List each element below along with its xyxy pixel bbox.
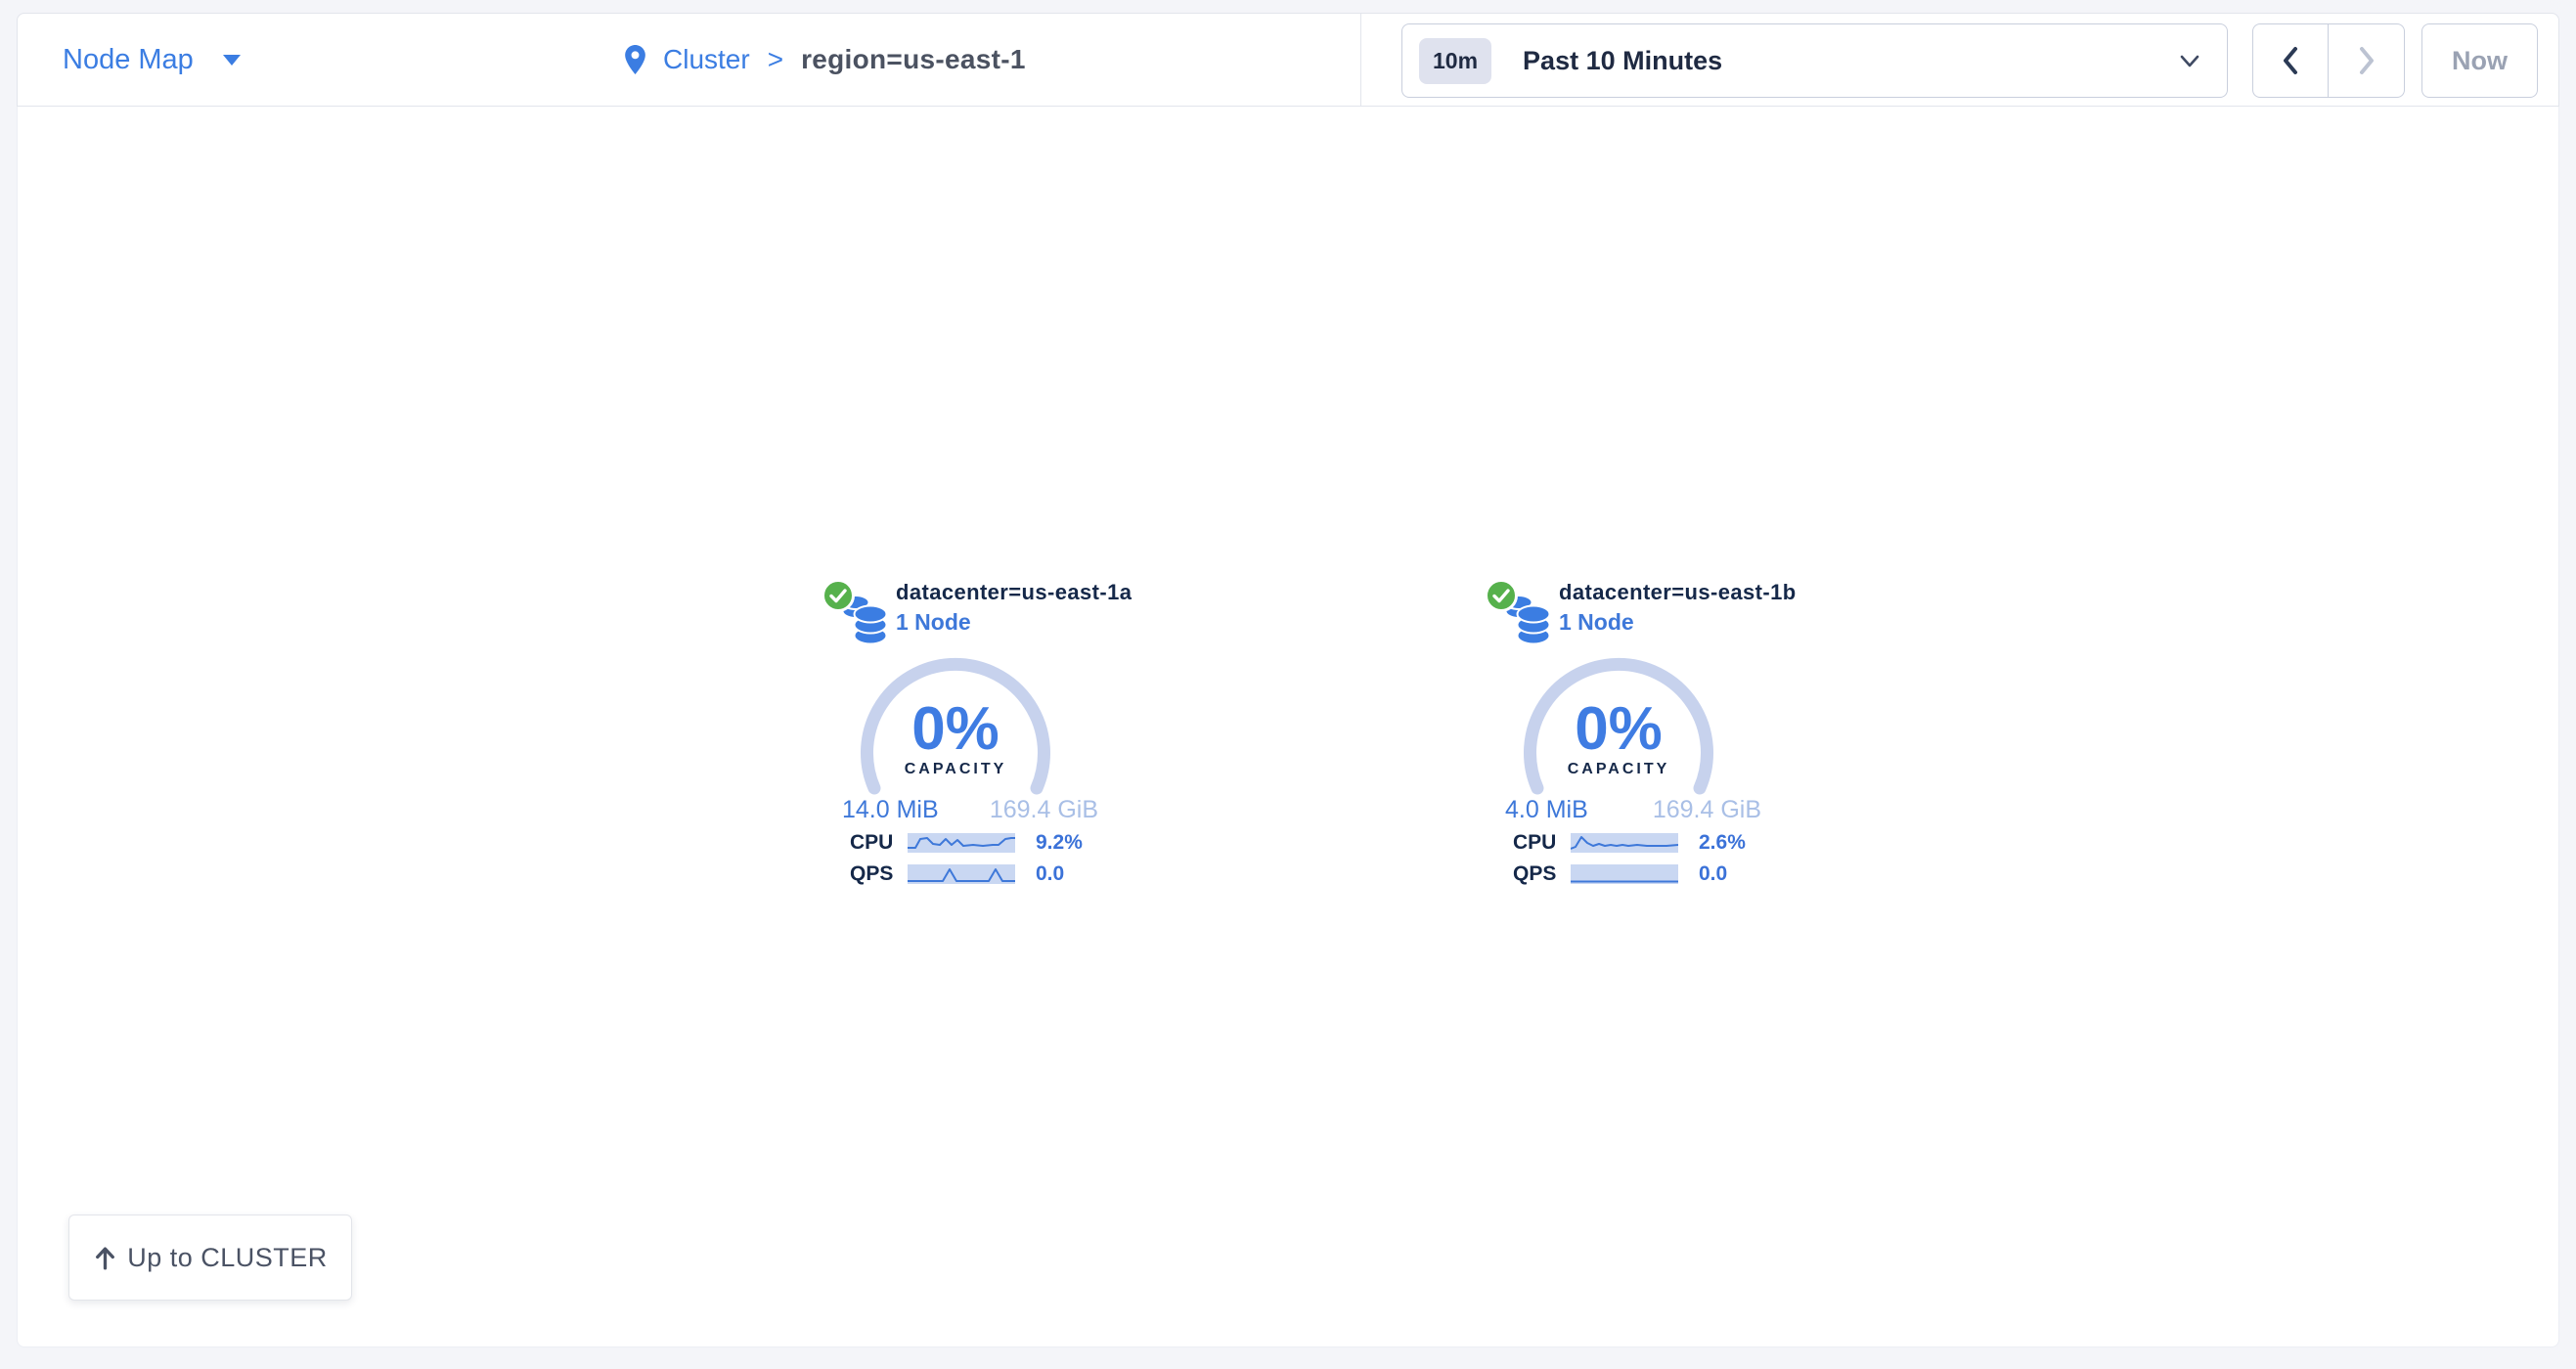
cpu-value: 2.6%	[1699, 831, 1746, 855]
chevron-down-icon	[2178, 54, 2201, 74]
time-step-forward-button[interactable]	[2329, 24, 2404, 97]
capacity-used: 14.0 MiB	[842, 796, 939, 824]
qps-value: 0.0	[1036, 862, 1064, 886]
up-to-cluster-button[interactable]: Up to CLUSTER	[68, 1214, 352, 1301]
qps-label: QPS	[850, 862, 908, 886]
location-pin-icon	[625, 45, 645, 75]
chevron-left-icon	[2280, 45, 2301, 76]
datacenter-name: datacenter=us-east-1a	[896, 580, 1132, 605]
datacenter-card-us-east-1a[interactable]: datacenter=us-east-1a 1 Node 0% CAPACITY…	[809, 576, 1102, 899]
caret-down-icon	[223, 55, 241, 66]
cpu-sparkline	[908, 833, 1015, 853]
time-range-label: Past 10 Minutes	[1523, 46, 1722, 76]
qps-sparkline	[1571, 864, 1678, 884]
breadcrumb-current-location: region=us-east-1	[801, 44, 1026, 75]
cpu-metric-row: CPU 9.2%	[850, 831, 1083, 855]
breadcrumb: Cluster > region=us-east-1	[625, 14, 1026, 106]
datacenter-node-count: 1 Node	[896, 609, 971, 636]
capacity-percent: 0%	[809, 699, 1102, 760]
check-circle-icon	[1484, 578, 1519, 618]
cpu-label: CPU	[850, 831, 908, 855]
time-step-buttons	[2252, 23, 2405, 98]
chevron-right-icon	[2356, 45, 2377, 76]
now-button[interactable]: Now	[2421, 23, 2538, 98]
up-to-cluster-label: Up to CLUSTER	[127, 1243, 328, 1273]
time-range-dropdown[interactable]: 10m Past 10 Minutes	[1401, 23, 2228, 98]
qps-label: QPS	[1513, 862, 1571, 886]
datacenter-node-count: 1 Node	[1559, 609, 1634, 636]
time-step-back-button[interactable]	[2253, 24, 2329, 97]
cpu-metric-row: CPU 2.6%	[1513, 831, 1746, 855]
capacity-used: 4.0 MiB	[1505, 796, 1588, 824]
cpu-sparkline	[1571, 833, 1678, 853]
qps-metric-row: QPS 0.0	[1513, 862, 1727, 886]
view-selector-label: Node Map	[63, 44, 194, 76]
capacity-total: 169.4 GiB	[1653, 796, 1761, 824]
capacity-label: CAPACITY	[809, 761, 1102, 778]
qps-sparkline	[908, 864, 1015, 884]
arrow-up-icon	[93, 1245, 117, 1271]
breadcrumb-separator: >	[768, 44, 783, 75]
qps-value: 0.0	[1699, 862, 1727, 886]
cpu-label: CPU	[1513, 831, 1571, 855]
datacenter-card-us-east-1b[interactable]: datacenter=us-east-1b 1 Node 0% CAPACITY…	[1472, 576, 1765, 899]
check-circle-icon	[821, 578, 856, 618]
view-selector-dropdown[interactable]: Node Map	[63, 14, 241, 106]
qps-metric-row: QPS 0.0	[850, 862, 1064, 886]
time-range-badge: 10m	[1419, 38, 1491, 84]
cpu-value: 9.2%	[1036, 831, 1083, 855]
capacity-label: CAPACITY	[1472, 761, 1765, 778]
datacenter-name: datacenter=us-east-1b	[1559, 580, 1797, 605]
capacity-percent: 0%	[1472, 699, 1765, 760]
breadcrumb-cluster-link[interactable]: Cluster	[663, 44, 750, 75]
header-bar: Node Map Cluster > region=us-east-1 10m …	[17, 13, 2559, 107]
node-map-panel: Node Map Cluster > region=us-east-1 10m …	[17, 13, 2559, 1347]
header-divider	[1360, 14, 1361, 106]
capacity-total: 169.4 GiB	[990, 796, 1098, 824]
